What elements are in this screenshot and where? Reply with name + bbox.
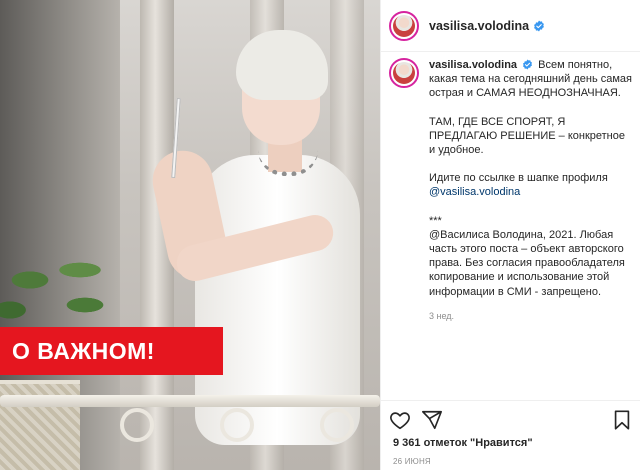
likes-count[interactable]: 9 361 отметок "Нравится" bbox=[393, 437, 533, 449]
photo-figure-hair bbox=[236, 30, 328, 100]
verified-badge-icon bbox=[523, 59, 533, 70]
caption-time[interactable]: 3 нед. bbox=[429, 309, 633, 323]
bookmark-icon[interactable] bbox=[611, 409, 633, 431]
post-actions bbox=[381, 400, 640, 440]
action-icons bbox=[389, 409, 633, 431]
caption-paragraph-2: ТАМ, ГДЕ ВСЕ СПОРЯТ, Я ПРЕДЛАГАЮ РЕШЕНИЕ… bbox=[429, 115, 625, 157]
paper-plane-icon[interactable] bbox=[421, 409, 443, 431]
caption-gap bbox=[429, 157, 633, 171]
caption-gap bbox=[429, 101, 633, 115]
profile-mention-link[interactable]: @vasilisa.volodina bbox=[429, 186, 520, 198]
author-username[interactable]: vasilisa.volodina bbox=[429, 19, 529, 33]
photo-banner: О ВАЖНОМ! bbox=[0, 327, 223, 375]
post-photo[interactable]: О ВАЖНОМ! bbox=[0, 0, 380, 470]
instagram-post: О ВАЖНОМ! vasilisa.volodina vasilisa.vol… bbox=[0, 0, 640, 470]
avatar-image bbox=[393, 62, 415, 84]
post-side-panel: vasilisa.volodina vasilisa.volodina Всем bbox=[380, 0, 640, 470]
photo-railing-scroll bbox=[220, 408, 254, 442]
caption: vasilisa.volodina Всем понятно, какая те… bbox=[389, 58, 633, 323]
caption-text: vasilisa.volodina Всем понятно, какая те… bbox=[429, 58, 633, 323]
banner-text: О ВАЖНОМ! bbox=[12, 337, 155, 364]
post-header: vasilisa.volodina bbox=[381, 0, 640, 52]
photo-railing-scroll bbox=[120, 408, 154, 442]
comments-area: vasilisa.volodina Всем понятно, какая те… bbox=[381, 52, 640, 392]
caption-gap bbox=[429, 200, 633, 214]
photo-railing bbox=[0, 395, 380, 407]
caption-avatar[interactable] bbox=[389, 58, 419, 88]
photo-railing-scroll bbox=[320, 408, 354, 442]
verified-badge-icon bbox=[534, 20, 544, 31]
avatar[interactable] bbox=[389, 10, 419, 41]
caption-separator: *** bbox=[429, 214, 442, 227]
heart-outline-icon[interactable] bbox=[389, 409, 411, 431]
caption-paragraph: Идите по ссылке в шапке профиля @vasilis… bbox=[429, 171, 633, 199]
caption-paragraph: vasilisa.volodina Всем понятно, какая те… bbox=[429, 58, 633, 101]
photo-pot bbox=[0, 380, 80, 470]
avatar-image bbox=[393, 14, 415, 37]
caption-username[interactable]: vasilisa.volodina bbox=[429, 59, 517, 71]
caption-paragraph-5: @Василиса Володина, 2021. Любая часть эт… bbox=[429, 228, 625, 298]
caption-paragraph-3: Идите по ссылке в шапке профиля bbox=[429, 172, 608, 185]
post-date[interactable]: 26 ИЮНЯ bbox=[393, 457, 431, 466]
